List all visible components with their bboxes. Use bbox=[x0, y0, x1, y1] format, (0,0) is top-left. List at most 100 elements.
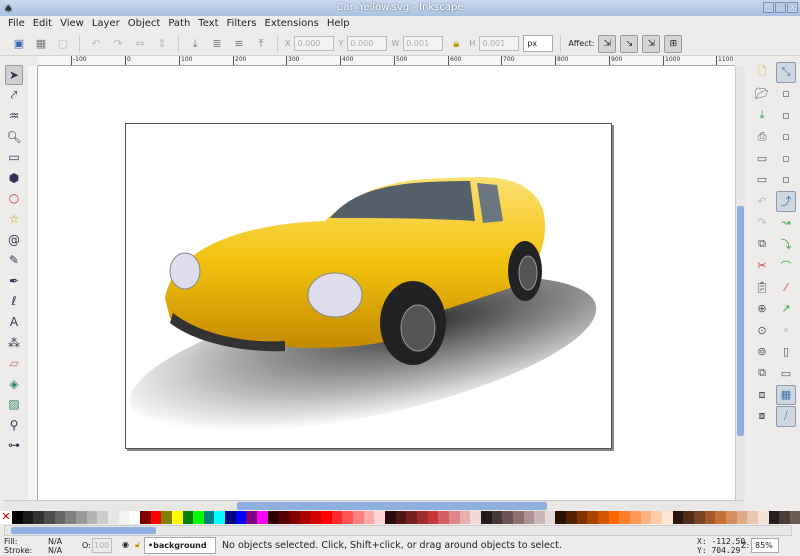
color-swatch[interactable] bbox=[470, 511, 481, 524]
lock-icon[interactable]: 🔒︎ bbox=[447, 35, 465, 53]
color-swatch[interactable] bbox=[139, 511, 151, 524]
snap-rotation-center-icon[interactable]: ▯ bbox=[776, 342, 796, 363]
snap-bbox-corner-icon[interactable]: ▫ bbox=[776, 127, 796, 148]
deselect-icon[interactable]: ▢ bbox=[54, 35, 72, 53]
color-swatch[interactable] bbox=[747, 511, 758, 524]
color-swatch[interactable] bbox=[576, 511, 588, 524]
import-icon[interactable]: ▭ bbox=[752, 148, 772, 169]
layer-lock-icon[interactable]: 🔓︎ bbox=[135, 540, 140, 550]
menu-help[interactable]: Help bbox=[323, 16, 354, 32]
color-swatch[interactable] bbox=[598, 511, 609, 524]
color-swatch[interactable] bbox=[289, 511, 300, 524]
color-swatch[interactable] bbox=[768, 511, 780, 524]
selector-tool-icon[interactable]: ➤ bbox=[5, 65, 23, 85]
minimize-button[interactable]: _ bbox=[763, 2, 774, 13]
x-input[interactable]: 0.000 bbox=[294, 36, 335, 51]
color-swatch[interactable] bbox=[353, 511, 364, 524]
color-swatch[interactable] bbox=[12, 511, 23, 524]
snap-midpoints-icon[interactable]: ↗ bbox=[776, 299, 796, 320]
color-swatch[interactable] bbox=[214, 511, 226, 524]
new-document-icon[interactable]: 🗋 bbox=[752, 62, 772, 83]
color-swatch[interactable] bbox=[651, 511, 663, 524]
dropper-tool-icon[interactable]: ⚲ bbox=[5, 415, 23, 435]
color-swatch[interactable] bbox=[736, 511, 748, 524]
maximize-button[interactable]: □ bbox=[775, 2, 786, 13]
color-swatch[interactable] bbox=[235, 511, 247, 524]
color-swatch[interactable] bbox=[246, 511, 258, 524]
color-swatch[interactable] bbox=[33, 511, 44, 524]
zoom-page-icon[interactable]: ⊚ bbox=[752, 342, 772, 363]
color-swatch[interactable] bbox=[310, 511, 322, 524]
pen-tool-icon[interactable]: ✒ bbox=[5, 271, 23, 291]
color-swatch[interactable] bbox=[86, 511, 98, 524]
color-swatch[interactable] bbox=[512, 511, 524, 524]
copy-icon[interactable]: ⧉ bbox=[752, 234, 772, 255]
3d-box-tool-icon[interactable]: ⬢ bbox=[5, 168, 23, 188]
color-swatch[interactable] bbox=[459, 511, 471, 524]
zoom-drawing-icon[interactable]: ⊙ bbox=[752, 320, 772, 341]
color-swatch[interactable] bbox=[331, 511, 343, 524]
paste-icon[interactable]: 📋︎ bbox=[752, 277, 772, 298]
color-swatch[interactable] bbox=[65, 511, 76, 524]
rotate-ccw-icon[interactable]: ↶ bbox=[87, 35, 105, 53]
menu-view[interactable]: View bbox=[56, 16, 88, 32]
snap-toggle-icon[interactable]: ⤡ bbox=[776, 62, 796, 83]
snap-paths-icon[interactable]: ↝ bbox=[776, 213, 796, 234]
snap-center-icon[interactable]: ▫ bbox=[776, 170, 796, 191]
color-swatch[interactable] bbox=[640, 511, 652, 524]
color-swatch[interactable] bbox=[662, 511, 673, 524]
color-swatch[interactable] bbox=[193, 511, 204, 524]
snap-bbox-icon[interactable]: ▫ bbox=[776, 84, 796, 105]
color-swatch[interactable] bbox=[630, 511, 641, 524]
color-swatch[interactable] bbox=[342, 511, 353, 524]
snap-page-icon[interactable]: ▭ bbox=[776, 363, 796, 384]
color-swatch[interactable] bbox=[43, 511, 55, 524]
ellipse-tool-icon[interactable]: ○ bbox=[5, 189, 23, 209]
snap-object-center-icon[interactable]: ◦ bbox=[776, 320, 796, 341]
lower-icon[interactable]: ≣ bbox=[208, 35, 226, 53]
color-swatch[interactable] bbox=[75, 511, 87, 524]
color-swatch[interactable] bbox=[555, 511, 567, 524]
pencil-tool-icon[interactable]: ✎ bbox=[5, 250, 23, 270]
redo-icon[interactable]: ↷ bbox=[752, 213, 772, 234]
menu-file[interactable]: File bbox=[4, 16, 29, 32]
menu-path[interactable]: Path bbox=[164, 16, 194, 32]
stroke-value[interactable]: N/A bbox=[48, 546, 62, 555]
layer-visibility-icon[interactable]: ◉ bbox=[122, 540, 129, 549]
color-swatch[interactable] bbox=[523, 511, 535, 524]
w-input[interactable]: 0.001 bbox=[403, 36, 444, 51]
zoom-tool-icon[interactable]: 🔍︎ bbox=[5, 127, 23, 147]
color-swatch[interactable] bbox=[374, 511, 385, 524]
color-swatch[interactable] bbox=[608, 511, 620, 524]
eraser-tool-icon[interactable]: ▱ bbox=[5, 353, 23, 373]
color-swatch[interactable] bbox=[534, 511, 545, 524]
zoom-selection-icon[interactable]: ⊕ bbox=[752, 299, 772, 320]
vertical-scroll-thumb[interactable] bbox=[737, 206, 744, 436]
scale-corners-toggle[interactable]: ↘ bbox=[620, 34, 639, 53]
menu-edit[interactable]: Edit bbox=[29, 16, 56, 32]
color-swatch[interactable] bbox=[321, 511, 332, 524]
color-swatch[interactable] bbox=[395, 511, 407, 524]
spray-tool-icon[interactable]: ⁂ bbox=[5, 333, 23, 353]
gradient-tool-icon[interactable]: ▨ bbox=[5, 395, 23, 415]
lower-to-bottom-icon[interactable]: ⤓ bbox=[186, 35, 204, 53]
snap-cusp-icon[interactable]: ⌒ bbox=[776, 256, 796, 277]
menu-text[interactable]: Text bbox=[194, 16, 222, 32]
color-swatch[interactable] bbox=[54, 511, 66, 524]
h-input[interactable]: 0.001 bbox=[479, 36, 520, 51]
palette-scroll-thumb[interactable] bbox=[11, 527, 156, 534]
color-swatch[interactable] bbox=[544, 511, 556, 524]
vertical-ruler[interactable] bbox=[28, 66, 38, 500]
save-icon[interactable]: ⤓ bbox=[752, 105, 772, 126]
close-button[interactable]: x bbox=[787, 2, 798, 13]
select-all-layers-icon[interactable]: ▦ bbox=[32, 35, 50, 53]
fill-value[interactable]: N/A bbox=[48, 537, 62, 546]
color-swatch[interactable] bbox=[715, 511, 726, 524]
color-swatch[interactable] bbox=[427, 511, 439, 524]
transform-patterns-toggle[interactable]: ⊞ bbox=[664, 34, 683, 53]
car-illustration[interactable] bbox=[125, 123, 612, 449]
color-swatch[interactable] bbox=[161, 511, 172, 524]
export-icon[interactable]: ▭ bbox=[752, 170, 772, 191]
zoom-input[interactable]: 85% bbox=[751, 538, 779, 553]
color-swatch[interactable] bbox=[789, 511, 800, 524]
